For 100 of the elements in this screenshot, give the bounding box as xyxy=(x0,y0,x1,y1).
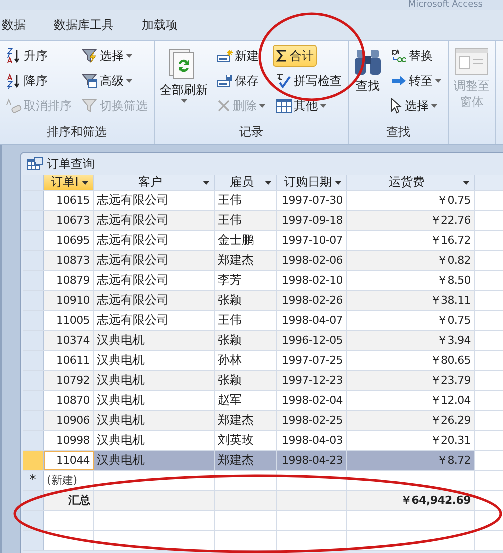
table-cell: 10879 xyxy=(44,271,94,290)
table-cell: 张颖 xyxy=(215,371,277,390)
table-cell: ￥22.76 xyxy=(347,211,475,230)
ribbon-button[interactable]: 新建 xyxy=(214,45,262,67)
table-cell: 王伟 xyxy=(215,311,277,330)
table-cell: 张颖 xyxy=(215,331,277,350)
table-cell: 10906 xyxy=(44,411,94,430)
table-cell: ￥20.31 xyxy=(347,431,475,450)
table-cell: 志远有限公司 xyxy=(94,251,215,270)
table-cell: 1998-02-04 xyxy=(277,391,347,410)
table-cell: 1998-04-23 xyxy=(277,451,347,470)
column-header[interactable]: 订单I xyxy=(44,175,94,190)
table-cell: 10673 xyxy=(44,211,94,230)
table-cell: 志远有限公司 xyxy=(94,291,215,310)
table-cell: 赵军 xyxy=(215,391,277,410)
ribbon-button[interactable]: 拼写检查 xyxy=(273,70,345,92)
total-cell: ￥64,942.69 xyxy=(347,491,475,510)
table-cell: 汉典电机 xyxy=(94,371,215,390)
table-cell: 志远有限公司 xyxy=(94,211,215,230)
column-header[interactable]: 雇员 xyxy=(215,175,277,190)
table-cell: 金士鹏 xyxy=(215,231,277,250)
table-cell: 1997-07-30 xyxy=(277,191,347,210)
ribbon-button[interactable]: 降序 xyxy=(3,70,51,92)
document-tab-title[interactable]: 订单查询 xyxy=(47,156,95,172)
table-cell: ￥80.65 xyxy=(347,351,475,370)
ribbon-button[interactable]: 转至 xyxy=(388,70,445,92)
table-cell: 1998-02-10 xyxy=(277,271,347,290)
table-cell: 王伟 xyxy=(215,211,277,230)
table-cell: 10792 xyxy=(44,371,94,390)
table-cell: 郑建杰 xyxy=(215,451,277,470)
table-cell: 1998-02-25 xyxy=(277,411,347,430)
ribbon-button[interactable]: 合计 xyxy=(273,45,317,67)
ribbon-button[interactable]: 选择 xyxy=(388,95,441,117)
table-cell: 志远有限公司 xyxy=(94,271,215,290)
table-cell: 郑建杰 xyxy=(215,411,277,430)
table-cell: 10998 xyxy=(44,431,94,450)
table-cell: 张颖 xyxy=(215,291,277,310)
table-cell: ￥8.50 xyxy=(347,271,475,290)
table-cell: ￥16.72 xyxy=(347,231,475,250)
ribbon-large-button[interactable]: 查找 xyxy=(352,45,384,97)
column-header[interactable]: 客户 xyxy=(94,175,215,190)
ribbon-tab[interactable]: 数据库工具 xyxy=(52,16,116,34)
ribbon-large-button[interactable]: 全部刷新 xyxy=(158,45,210,106)
table-cell: 汉典电机 xyxy=(94,331,215,350)
new-row-marker: * xyxy=(23,471,44,490)
table-cell: 志远有限公司 xyxy=(94,311,215,330)
table-cell: 汉典电机 xyxy=(94,451,215,470)
table-cell: 1998-04-03 xyxy=(277,431,347,450)
ribbon-button[interactable]: 高级 xyxy=(79,70,136,92)
table-cell: 11005 xyxy=(44,311,94,330)
table-cell: ￥0.75 xyxy=(347,311,475,330)
table-cell: ￥0.75 xyxy=(347,191,475,210)
table-cell: ￥38.11 xyxy=(347,291,475,310)
table-cell: ￥26.29 xyxy=(347,411,475,430)
table-cell: ￥3.94 xyxy=(347,331,475,350)
table-cell: 刘英玫 xyxy=(215,431,277,450)
table-cell: 王伟 xyxy=(215,191,277,210)
table-cell: 1998-02-06 xyxy=(277,251,347,270)
new-record-cell[interactable]: (新建) xyxy=(44,471,94,490)
group-label: 查找 xyxy=(386,124,412,141)
total-label: 汇总 xyxy=(44,491,94,510)
table-cell: 10870 xyxy=(44,391,94,410)
table-cell: 10615 xyxy=(44,191,94,210)
column-header[interactable]: 订购日期 xyxy=(277,175,347,190)
ribbon-button[interactable]: 其他 xyxy=(273,95,330,117)
table-cell: ￥8.72 xyxy=(347,451,475,470)
table-cell: ￥12.04 xyxy=(347,391,475,410)
table-cell: 汉典电机 xyxy=(94,351,215,370)
group-label: 排序和筛选 xyxy=(46,124,108,141)
ribbon-button[interactable]: 升序 xyxy=(3,45,51,67)
ribbon-tab[interactable]: 加载项 xyxy=(140,16,180,34)
table-cell: 1997-10-07 xyxy=(277,231,347,250)
table-cell: 汉典电机 xyxy=(94,391,215,410)
group-label: 记录 xyxy=(238,124,264,141)
ribbon-button[interactable]: 选择 xyxy=(79,45,136,67)
table-cell: 汉典电机 xyxy=(94,411,215,430)
table-cell: 1998-02-26 xyxy=(277,291,347,310)
table-cell: 10910 xyxy=(44,291,94,310)
table-cell: 11044 xyxy=(44,451,94,470)
table-cell: 10873 xyxy=(44,251,94,270)
table-cell: 10611 xyxy=(44,351,94,370)
ribbon-button[interactable]: 替换 xyxy=(388,45,436,67)
ribbon-button[interactable]: 保存 xyxy=(214,70,262,92)
table-cell: 1996-12-05 xyxy=(277,331,347,350)
app-title: Microsoft Access xyxy=(408,0,483,10)
table-cell: 志远有限公司 xyxy=(94,231,215,250)
table-cell: 郑建杰 xyxy=(215,251,277,270)
table-cell: 志远有限公司 xyxy=(94,191,215,210)
table-cell: 1997-07-25 xyxy=(277,351,347,370)
column-header[interactable]: 运货费 xyxy=(347,175,475,190)
ribbon-tab[interactable]: 数据 xyxy=(0,16,28,34)
table-cell: 1998-04-07 xyxy=(277,311,347,330)
table-cell: 10374 xyxy=(44,331,94,350)
table-cell: ￥0.82 xyxy=(347,251,475,270)
table-cell: ￥23.79 xyxy=(347,371,475,390)
table-cell: 李芳 xyxy=(215,271,277,290)
table-cell: 10695 xyxy=(44,231,94,250)
table-cell: 汉典电机 xyxy=(94,431,215,450)
table-cell: 孙林 xyxy=(215,351,277,370)
table-cell: 1997-09-18 xyxy=(277,211,347,230)
